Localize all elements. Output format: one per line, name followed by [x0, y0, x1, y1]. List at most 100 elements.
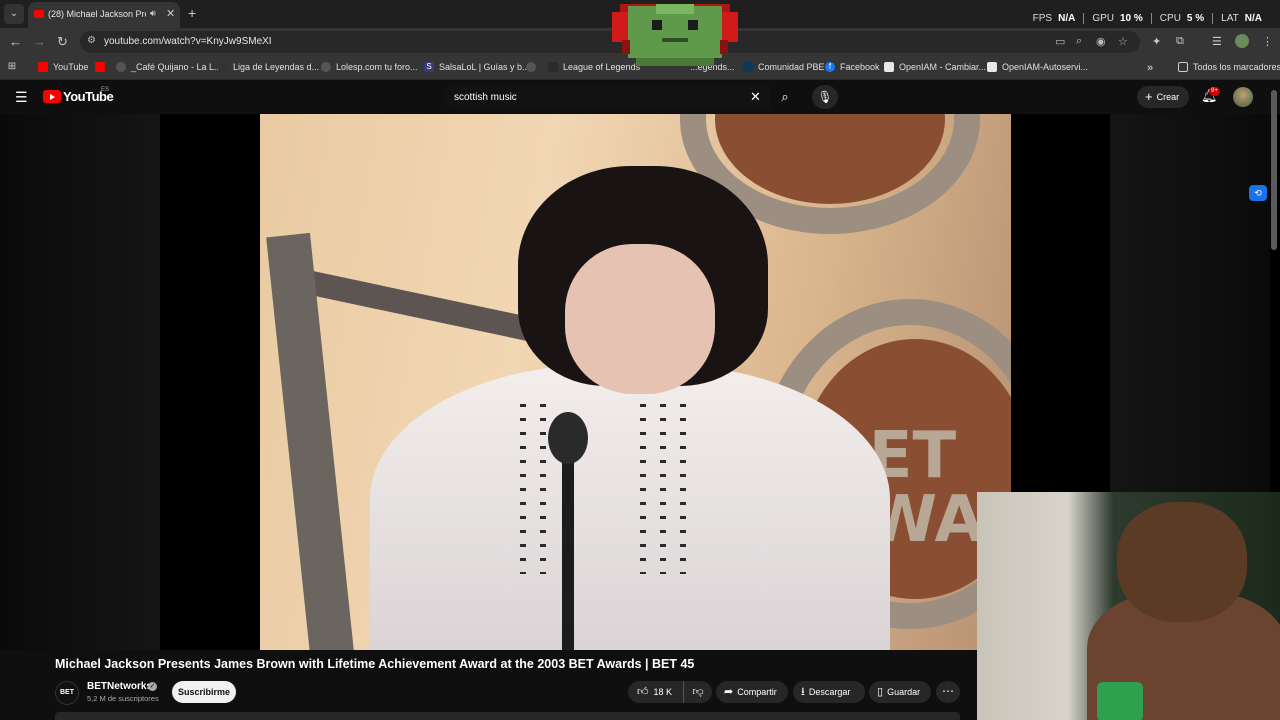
streamer-face — [1117, 502, 1247, 622]
tab-search-button[interactable]: ⌄ — [4, 4, 24, 24]
page-scrollbar[interactable] — [1271, 90, 1277, 250]
translate-extension-icon[interactable]: ⟲ — [1249, 185, 1267, 201]
voice-search-button[interactable]: 🎙︎ — [812, 85, 838, 109]
browser-menu-icon[interactable]: ⋮ — [1262, 35, 1273, 48]
extension-icon[interactable]: ✦ — [1152, 35, 1161, 48]
thumbs-up-icon: 👍︎ — [637, 686, 649, 698]
bookmark-globe[interactable] — [526, 62, 541, 72]
presenter-face — [565, 244, 715, 394]
cast-icon[interactable]: ▭ — [1055, 35, 1065, 48]
fps-label: FPS — [1032, 12, 1053, 24]
like-dislike-group: 👍︎ 18 K 👎︎ — [628, 681, 712, 703]
presenter-jacket — [370, 364, 890, 650]
clear-search-icon[interactable]: ✕ — [750, 89, 761, 105]
microphone-icon: 🎙︎ — [817, 90, 833, 104]
youtube-header: ☰ YouTube ES ✕ ⌕ 🎙︎ +Crear 🔔︎ 9+ — [0, 80, 1280, 114]
performance-overlay: FPS N/A GPU 10 % CPU 5 % LAT N/A — [1025, 11, 1270, 25]
pixel-frog-sprite — [612, 4, 738, 66]
reload-icon[interactable]: ↻ — [57, 34, 68, 50]
shirt-ruffle — [520, 404, 526, 574]
more-horizontal-icon: ⋯ — [942, 684, 954, 698]
soda-can — [1097, 682, 1143, 720]
tracking-protection-icon[interactable]: ◉ — [1096, 35, 1106, 48]
ambient-glow-left — [0, 114, 160, 650]
video-frame[interactable]: BET AWARDS — [260, 114, 1011, 650]
subscriber-count: 5,2 M de suscriptores — [87, 694, 159, 703]
shirt-ruffle — [680, 404, 686, 574]
like-button[interactable]: 👍︎ 18 K — [628, 681, 680, 703]
site-icon — [987, 62, 997, 72]
fps-value: N/A — [1058, 12, 1076, 24]
tab-title: (28) Michael Jackson Presen — [48, 9, 146, 19]
more-bookmarks-icon[interactable]: » — [1147, 62, 1153, 74]
bookmark-comunidad-pbe[interactable]: Comunidad PBE — [743, 62, 825, 72]
bookmark-star-icon[interactable]: ☆ — [1118, 35, 1128, 48]
bookmark-lolesp[interactable]: Lolesp.com tu foro... — [321, 62, 418, 72]
share-button[interactable]: ➦ Compartir — [716, 681, 788, 703]
gpu-stat: GPU 10 % — [1083, 12, 1150, 24]
download-button[interactable]: ⭳ Descargar — [793, 681, 865, 703]
facebook-icon: f — [825, 62, 835, 72]
save-button[interactable]: ▯ Guardar — [869, 681, 931, 703]
microphone — [548, 412, 588, 464]
bookmark-openiam-autoservicio[interactable]: OpenIAM-Autoservi... — [987, 62, 1088, 72]
search-button[interactable]: ⌕ — [771, 86, 799, 108]
youtube-logo-icon[interactable] — [43, 90, 61, 103]
site-info-icon[interactable]: ⚙ — [87, 35, 96, 46]
all-bookmarks[interactable]: Todos los marcadores — [1178, 62, 1280, 72]
extensions-puzzle-icon[interactable]: ⧉ — [1176, 35, 1184, 48]
back-arrow-icon[interactable]: ← — [9, 34, 22, 50]
lol-icon — [548, 62, 558, 72]
reading-list-icon[interactable]: ☰ — [1212, 35, 1222, 48]
youtube-icon — [95, 62, 105, 72]
globe-icon — [321, 62, 331, 72]
lat-stat: LAT N/A — [1212, 12, 1270, 24]
url-text[interactable]: youtube.com/watch?v=KnyJw9SMeXI — [104, 36, 272, 47]
bookmark-liga-leyendas[interactable]: Liga de Leyendas d... — [218, 62, 319, 72]
site-icon — [743, 62, 753, 72]
youtube-icon — [38, 62, 48, 72]
active-tab[interactable]: (28) Michael Jackson Presen 🔊︎ ✕ — [28, 2, 180, 28]
shirt-ruffle — [640, 404, 646, 574]
video-player[interactable]: BET AWARDS — [160, 114, 1110, 650]
site-icon: S — [424, 62, 434, 72]
video-title: Michael Jackson Presents James Brown wit… — [55, 657, 695, 671]
notifications-badge: 9+ — [1209, 87, 1220, 96]
bookmark-salsalol[interactable]: S SalsaLoL | Guías y b... — [424, 62, 530, 72]
bookmark-cafe-quijano[interactable]: _Café Quijano - La L... — [116, 62, 222, 72]
user-avatar[interactable] — [1233, 87, 1253, 107]
create-button[interactable]: + Crear — [1137, 86, 1189, 108]
bookmark-youtube[interactable]: YouTube — [38, 62, 88, 72]
apps-grid-icon[interactable]: ⊞ — [7, 62, 22, 72]
description-box[interactable] — [55, 712, 960, 720]
search-input[interactable] — [444, 85, 770, 109]
tab-close-icon[interactable]: ✕ — [166, 7, 175, 20]
hamburger-menu-icon[interactable]: ☰ — [15, 89, 28, 106]
lat-value: N/A — [1244, 12, 1262, 24]
shirt-ruffle — [660, 404, 666, 574]
address-bar[interactable]: ⚙ youtube.com/watch?v=KnyJw9SMeXI ▭ ⌕ ◉ … — [80, 31, 1140, 53]
search-box: ✕ — [444, 85, 770, 109]
fps-stat: FPS N/A — [1025, 13, 1084, 24]
bookmark-youtube-2[interactable] — [95, 62, 110, 72]
country-code: ES — [101, 87, 110, 93]
site-icon — [218, 62, 228, 72]
bookmark-openiam-cambiar[interactable]: OpenIAM - Cambiar... — [884, 62, 986, 72]
globe-icon — [526, 62, 536, 72]
lat-label: LAT — [1221, 12, 1239, 24]
zoom-icon[interactable]: ⌕ — [1076, 35, 1082, 48]
dislike-button[interactable]: 👎︎ — [683, 681, 712, 703]
profile-avatar[interactable] — [1235, 34, 1249, 48]
shirt-ruffle — [540, 404, 546, 574]
gpu-value: 10 % — [1120, 12, 1143, 24]
thumbs-down-icon: 👎︎ — [692, 686, 704, 698]
more-actions-button[interactable]: ⋯ — [936, 681, 960, 703]
bookmark-facebook[interactable]: f Facebook — [825, 62, 880, 72]
youtube-favicon-icon — [34, 10, 44, 18]
channel-avatar[interactable]: BET — [55, 681, 79, 705]
channel-name[interactable]: BETNetworks — [87, 681, 152, 692]
new-tab-icon[interactable]: + — [188, 5, 196, 21]
subscribe-button[interactable]: Suscribirme — [172, 681, 236, 703]
forward-arrow-icon[interactable]: → — [33, 34, 46, 50]
audio-playing-icon[interactable]: 🔊︎ — [150, 8, 156, 19]
